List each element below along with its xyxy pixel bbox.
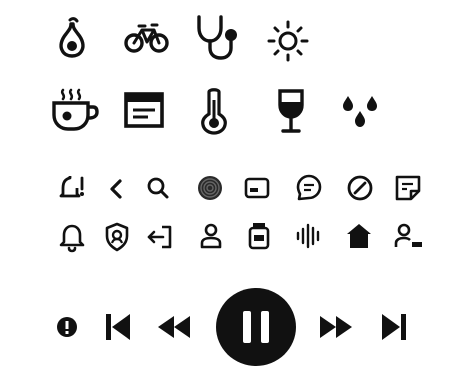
thermometer-icon [199,88,229,135]
skip-next-icon[interactable] [380,311,408,343]
user-icon [199,222,223,250]
user-minus-icon [394,223,424,249]
pear-icon [57,17,87,58]
card-icon [244,176,270,200]
jar-icon [246,221,272,251]
shield-icon [104,222,130,252]
stethoscope-icon [193,14,243,60]
home-icon [345,222,373,250]
logout-icon [146,224,174,250]
rewind-icon[interactable] [156,313,192,341]
water-drops-icon [340,94,380,130]
audio-wave-icon [294,223,324,249]
bell-icon [58,223,86,253]
icon-sheet [0,0,456,375]
chat-bubble-icon [296,174,322,202]
window-panel-icon [124,92,164,128]
notification-bell-icon [59,174,86,202]
hot-drink-icon [51,88,99,132]
pause-icon[interactable] [215,287,297,367]
skip-previous-icon[interactable] [104,311,132,343]
wine-glass-icon [275,88,307,134]
compass-icon [346,174,374,202]
fast-forward-icon[interactable] [318,313,356,341]
search-icon [146,176,170,200]
info-icon [56,316,78,338]
sun-icon [267,20,309,62]
concentric-circle-icon [196,174,224,202]
sticky-note-icon [394,174,422,202]
bicycle-icon [124,22,170,54]
chevron-left-icon [108,178,124,200]
